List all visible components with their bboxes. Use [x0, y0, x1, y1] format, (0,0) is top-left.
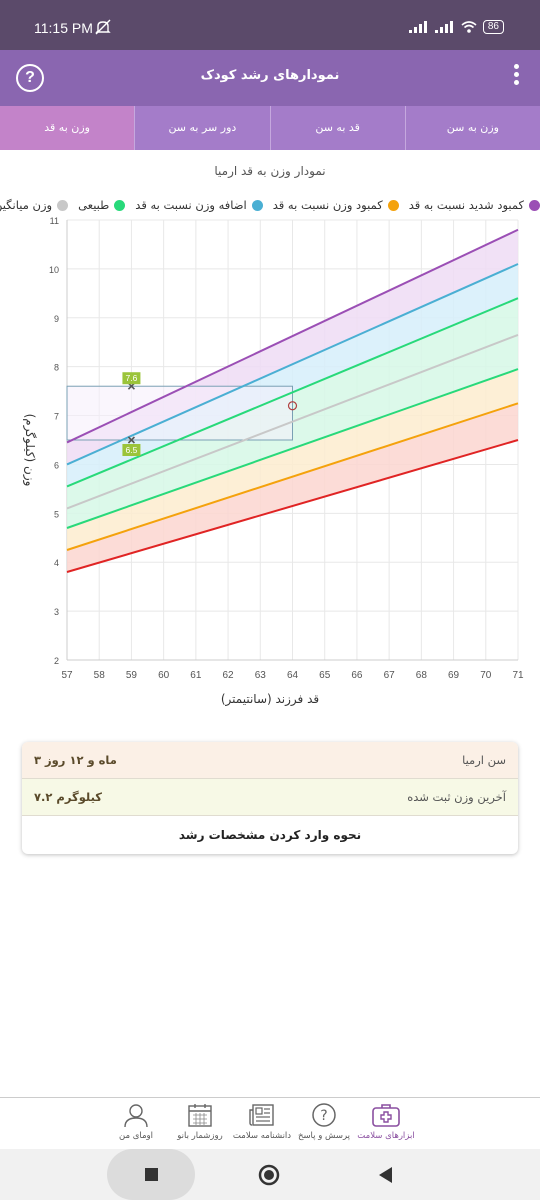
nav-my-profile[interactable]: اومای من [106, 1102, 166, 1141]
nav-label: ابزارهای سلامت [357, 1131, 415, 1141]
tab-weight-for-age[interactable]: وزن به سن [404, 106, 540, 150]
system-navigation-bar [0, 1149, 540, 1200]
bottom-navigation: ابزارهای سلامت ? پرسش و پاسخ دانشنامه سل… [0, 1097, 540, 1149]
newspaper-icon [249, 1104, 274, 1126]
x-tick-label: 61 [190, 670, 202, 681]
age-row: ۳ ماه و ۱۲ روز سن ارمیا [22, 742, 518, 779]
question-icon: ? [312, 1103, 336, 1127]
y-axis-title: وزن (کیلوگرم) [22, 414, 37, 487]
chart-title: نمودار وزن به قد ارمیا [214, 164, 326, 178]
nav-label: پرسش و پاسخ [297, 1131, 351, 1141]
signal-icon [434, 21, 453, 33]
square-icon [145, 1168, 158, 1181]
x-tick-label: 65 [319, 670, 331, 681]
y-tick-label: 11 [50, 216, 59, 226]
legend-dot-icon [387, 199, 399, 211]
wifi-icon [461, 21, 477, 33]
highlight-range [66, 385, 293, 441]
weight-value: ۷.۲ کیلوگرم [34, 790, 102, 804]
profile-icon [124, 1104, 148, 1128]
battery-indicator: 86 [482, 20, 504, 34]
nav-health-encyclopedia[interactable]: دانشنامه سلامت [232, 1102, 292, 1141]
status-icons: 86 [408, 20, 504, 34]
age-value: ۳ ماه و ۱۲ روز [34, 753, 117, 767]
nav-lady-calendar[interactable]: روزشمار بانو [170, 1102, 230, 1141]
x-tick-label: 67 [384, 670, 396, 681]
signal-icon [408, 21, 427, 33]
x-tick-label: 66 [351, 670, 363, 681]
y-tick-label: 9 [54, 314, 59, 324]
y-tick-label: 3 [54, 607, 59, 617]
health-kit-icon [372, 1104, 400, 1127]
back-button[interactable] [374, 1164, 396, 1190]
menu-dot-icon [513, 72, 519, 77]
recents-button[interactable] [107, 1149, 195, 1200]
weight-label: آخرین وزن ثبت شده [407, 790, 506, 804]
x-tick-label: 57 [61, 670, 73, 681]
legend-label: وزن میانگین [0, 198, 53, 212]
status-time: 11:15 PM [34, 20, 93, 36]
x-axis-title: قد فرزند (سانتیمتر) [220, 692, 320, 706]
tab-head-circumference-for-age[interactable]: دور سر به سن [134, 106, 269, 150]
tab-height-for-age[interactable]: قد به سن [269, 106, 405, 150]
nav-qa[interactable]: ? پرسش و پاسخ [294, 1102, 354, 1141]
age-label: سن ارمیا [462, 753, 506, 767]
x-tick-label: 68 [416, 670, 428, 681]
legend-label: کمبود وزن نسبت به قد [272, 198, 383, 212]
y-tick-label: 10 [49, 265, 59, 275]
status-bar: 11:15 PM 86 [0, 0, 540, 50]
y-tick-label: 8 [54, 363, 59, 373]
nav-label: اومای من [119, 1131, 153, 1141]
weight-row: ۷.۲ کیلوگرم آخرین وزن ثبت شده [22, 779, 518, 816]
x-tick-label: 58 [94, 670, 106, 681]
x-tick-label: 69 [448, 670, 460, 681]
svg-text:?: ? [320, 1108, 327, 1124]
x-tick-label: 62 [223, 670, 235, 681]
calendar-icon [188, 1104, 212, 1127]
tab-weight-for-height[interactable]: وزن به قد [0, 106, 135, 150]
notifications-muted-icon [95, 19, 111, 35]
nav-health-tools[interactable]: ابزارهای سلامت [356, 1102, 416, 1141]
chart-type-tabs: وزن به قد دور سر به سن قد به سن وزن به س… [0, 106, 540, 150]
child-info-card: ۳ ماه و ۱۲ روز سن ارمیا ۷.۲ کیلوگرم آخری… [22, 742, 518, 854]
nav-label: دانشنامه سلامت [232, 1131, 292, 1141]
x-tick-label: 63 [255, 670, 267, 681]
legend-dot-icon [114, 199, 126, 211]
growth-chart: 57 58 59 60 61 62 63 64 65 66 67 68 69 70 712345678910… [49, 216, 524, 681]
legend-dot-icon [57, 199, 69, 211]
home-circle-icon [258, 1164, 280, 1186]
x-tick-label: 71 [512, 670, 524, 681]
y-tick-label: 7 [54, 412, 59, 422]
x-tick-label: 64 [287, 670, 299, 681]
nav-label: روزشمار بانو [177, 1131, 223, 1141]
y-tick-label: 6 [54, 460, 59, 470]
legend-dot-icon [251, 199, 263, 211]
y-tick-label: 5 [54, 509, 59, 519]
x-tick-label: 60 [158, 670, 170, 681]
legend-label: اضافه وزن نسبت به قد [135, 198, 247, 212]
legend-dot-icon [529, 199, 540, 211]
x-tick-label: 59 [126, 670, 138, 681]
x-tick-label: 70 [480, 670, 492, 681]
marker-label: 7.6 [126, 373, 138, 383]
marker-label: 6.5 [126, 445, 138, 455]
menu-dot-icon [513, 80, 519, 85]
growth-entry-guide-link[interactable]: نحوه وارد کردن مشخصات رشد [22, 816, 518, 854]
y-tick-label: 2 [54, 656, 59, 666]
legend-label: کمبود شدید نسبت به قد [408, 198, 524, 212]
legend-label: طبیعی [78, 198, 110, 212]
app-header: ? نمودارهای رشد کودک [0, 50, 540, 106]
menu-dot-icon [513, 64, 519, 69]
back-triangle-icon [379, 1167, 392, 1183]
svg-text:وزن (کیلوگرم): وزن (کیلوگرم) [22, 414, 37, 487]
more-menu-button[interactable] [512, 64, 520, 92]
home-button[interactable] [255, 1161, 283, 1193]
y-tick-label: 4 [54, 558, 59, 568]
page-title: نمودارهای رشد کودک [200, 68, 340, 83]
